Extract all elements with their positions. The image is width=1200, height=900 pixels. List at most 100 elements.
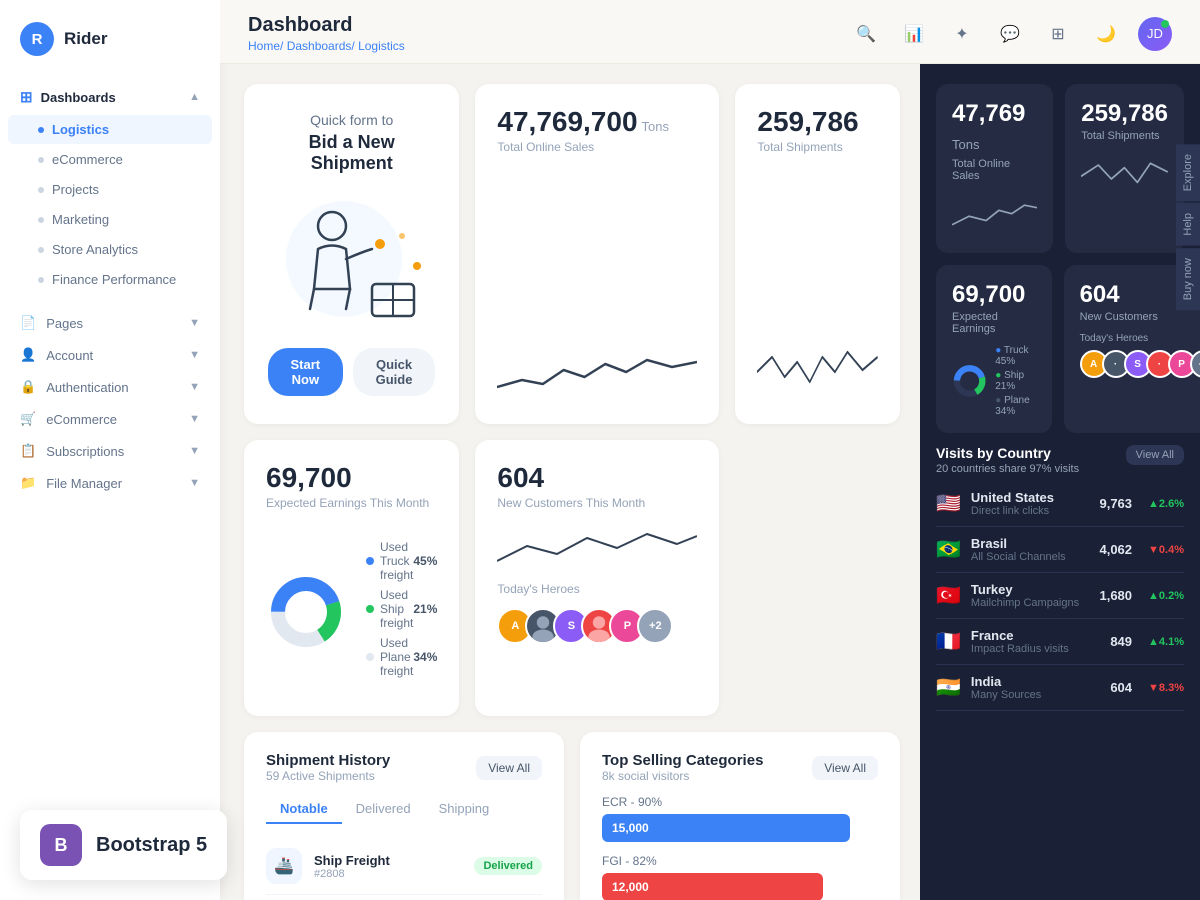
- chart-icon[interactable]: 📊: [898, 18, 930, 50]
- rp-customers-label: New Customers: [1080, 311, 1200, 323]
- dashboards-group[interactable]: ⊞ Dashboards ▲: [0, 80, 220, 114]
- country-name-turkey: Turkey: [971, 582, 1090, 597]
- sidebar: R Rider ⊞ Dashboards ▲ Logistics eCommer…: [0, 0, 220, 900]
- dot-icon: [38, 217, 44, 223]
- categories-view-all-button[interactable]: View All: [812, 756, 878, 780]
- subscriptions-icon: 📋: [20, 443, 36, 459]
- rp-earnings-value: 69,700: [952, 281, 1036, 309]
- hero-card: Quick form to Bid a New Shipment: [244, 84, 459, 424]
- countries-subtitle: 20 countries share 97% visits: [936, 463, 1079, 475]
- rp-freight-legend: ● Truck 45% ● Ship 21% ● Plane 34%: [995, 345, 1035, 417]
- ship-freight-icon: 🚢: [266, 848, 302, 884]
- sidebar-file-manager[interactable]: 📁 File Manager ▼: [0, 467, 220, 499]
- total-sales-unit: Tons: [642, 119, 669, 134]
- country-source-france: Impact Radius visits: [971, 643, 1100, 655]
- auth-icon: 🔒: [20, 379, 36, 395]
- countries-title: Visits by Country: [936, 445, 1079, 461]
- search-icon[interactable]: 🔍: [850, 18, 882, 50]
- country-name-india: India: [971, 674, 1100, 689]
- sidebar-item-store-analytics[interactable]: Store Analytics: [8, 235, 212, 264]
- pages-section: 📄 Pages ▼ 👤 Account ▼ 🔒 Authentication ▼…: [0, 301, 220, 505]
- chevron-down-icon: ▼: [189, 381, 200, 393]
- country-visits-india: 604: [1110, 680, 1132, 695]
- help-button[interactable]: Help: [1176, 203, 1200, 246]
- shipment-history-card: Shipment History 59 Active Shipments Vie…: [244, 732, 564, 900]
- country-france: 🇫🇷 France Impact Radius visits 849 ▲4.1%: [936, 619, 1184, 665]
- legend-item-plane: Used Plane freight 34%: [366, 636, 437, 678]
- sidebar-item-finance-performance[interactable]: Finance Performance: [8, 265, 212, 294]
- countries-section: Visits by Country 20 countries share 97%…: [936, 445, 1184, 711]
- sidebar-item-ecommerce[interactable]: eCommerce: [8, 145, 212, 174]
- settings-icon[interactable]: ✦: [946, 18, 978, 50]
- sidebar-item-projects[interactable]: Projects: [8, 175, 212, 204]
- app-name: Rider: [64, 29, 107, 49]
- flag-brasil: 🇧🇷: [936, 537, 961, 562]
- customers-chart-placeholder: [497, 526, 697, 566]
- rp-earnings-label: Expected Earnings: [952, 311, 1036, 335]
- tab-delivered[interactable]: Delivered: [342, 795, 425, 824]
- rp-total-shipments: 259,786 Total Shipments: [1065, 84, 1184, 253]
- bootstrap-watermark: B Bootstrap 5: [20, 810, 227, 880]
- chevron-up-icon: ▲: [189, 91, 200, 103]
- shipment-item: 🚢 Ship Freight #2808 Delivered: [266, 838, 542, 895]
- hero-subtitle: Quick form to: [310, 112, 393, 128]
- start-now-button[interactable]: Start Now: [268, 348, 343, 396]
- sidebar-pages[interactable]: 📄 Pages ▼: [0, 307, 220, 339]
- sidebar-ecommerce-section[interactable]: 🛒 eCommerce ▼: [0, 403, 220, 435]
- logo[interactable]: R Rider: [0, 0, 220, 74]
- quick-guide-button[interactable]: Quick Guide: [353, 348, 436, 396]
- dot-icon: [38, 277, 44, 283]
- shipments-chart: [757, 342, 878, 402]
- flag-turkey: 🇹🇷: [936, 583, 961, 608]
- country-change-france: ▲4.1%: [1148, 636, 1184, 648]
- theme-icon[interactable]: 🌙: [1090, 18, 1122, 50]
- rp-total-sales: 47,769 Tons Total Online Sales: [936, 84, 1053, 253]
- customers-line-chart: [497, 526, 697, 566]
- total-shipments-label: Total Shipments: [757, 140, 878, 154]
- sidebar-authentication[interactable]: 🔒 Authentication ▼: [0, 371, 220, 403]
- tab-shipping[interactable]: Shipping: [425, 795, 504, 824]
- explore-button[interactable]: Explore: [1176, 144, 1200, 201]
- dot-icon: [38, 127, 44, 133]
- rp-sales-label: Total Online Sales: [952, 158, 1037, 182]
- grid-icon[interactable]: ⊞: [1042, 18, 1074, 50]
- rp-shipments-value: 259,786: [1081, 100, 1168, 128]
- truck-dot: [366, 557, 374, 565]
- country-info-brasil: Brasil All Social Channels: [971, 536, 1090, 563]
- sidebar-account[interactable]: 👤 Account ▼: [0, 339, 220, 371]
- sidebar-subscriptions[interactable]: 📋 Subscriptions ▼: [0, 435, 220, 467]
- rp-middle-stats: 69,700 Expected Earnings: [936, 265, 1184, 433]
- shipment-view-all-button[interactable]: View All: [476, 756, 542, 780]
- main-grid: Quick form to Bid a New Shipment: [220, 64, 920, 900]
- chat-icon[interactable]: 💬: [994, 18, 1026, 50]
- sidebar-item-marketing[interactable]: Marketing: [8, 205, 212, 234]
- country-visits-usa: 9,763: [1099, 496, 1132, 511]
- freight-legend: Used Truck freight 45% Used Ship freight…: [366, 540, 437, 684]
- country-usa: 🇺🇸 United States Direct link clicks 9,76…: [936, 481, 1184, 527]
- shipments-line-chart: [757, 342, 878, 402]
- country-name-france: France: [971, 628, 1100, 643]
- avatar-more[interactable]: +2: [637, 608, 673, 644]
- bar-value-fgi: 12,000: [602, 873, 823, 900]
- bar-label-ecr: ECR - 90%: [602, 795, 878, 809]
- countries-view-all-button[interactable]: View All: [1126, 445, 1184, 465]
- flag-india: 🇮🇳: [936, 675, 961, 700]
- side-buttons: Explore Help Buy now: [1176, 144, 1200, 310]
- rp-top-stats: 47,769 Tons Total Online Sales 259,786 T…: [936, 84, 1184, 253]
- header: Dashboard Home/ Dashboards/ Logistics 🔍 …: [220, 0, 1200, 64]
- customers-label: New Customers This Month: [497, 496, 697, 510]
- bar-chart: ECR - 90% 15,000 FGI - 82% 12,000 EOQ - …: [602, 795, 878, 900]
- shipment-info: Ship Freight #2808: [314, 853, 462, 880]
- country-info-usa: United States Direct link clicks: [971, 490, 1090, 517]
- account-icon: 👤: [20, 347, 36, 363]
- categories-title: Top Selling Categories: [602, 752, 763, 769]
- shipment-subtitle: 59 Active Shipments: [266, 769, 390, 783]
- earnings-value: 69,700: [266, 462, 352, 494]
- avatar[interactable]: JD: [1138, 17, 1172, 51]
- buy-now-button[interactable]: Buy now: [1176, 248, 1200, 310]
- rp-legend-ship: ● Ship 21%: [995, 370, 1035, 392]
- chevron-down-icon: ▼: [189, 477, 200, 489]
- sidebar-item-logistics[interactable]: Logistics: [8, 115, 212, 144]
- tab-notable[interactable]: Notable: [266, 795, 342, 824]
- illustration-svg: [272, 194, 432, 324]
